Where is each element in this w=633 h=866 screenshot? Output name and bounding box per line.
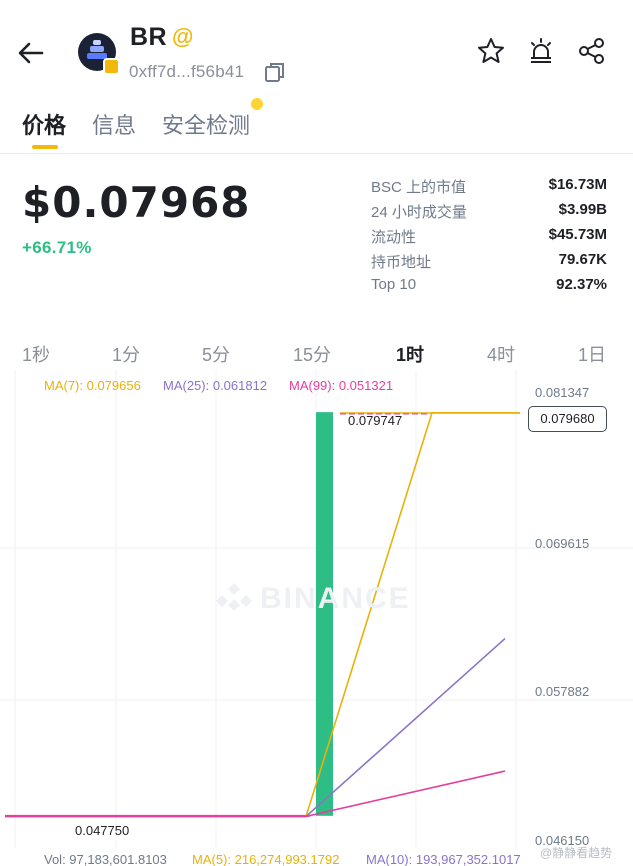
stat-label: 持币地址: [371, 254, 432, 271]
low-price-label: 0.047750: [75, 823, 130, 838]
back-button[interactable]: [14, 36, 48, 70]
detail-tabs: 价格 信息 安全检测: [0, 100, 633, 154]
at-badge: @: [172, 24, 194, 49]
stat-value: $3.99B: [558, 201, 607, 218]
stat-value: $45.73M: [548, 226, 607, 243]
interval-5m[interactable]: 5分: [202, 341, 230, 367]
token-stats: BSC 上的市值 $16.73M 24 小时成交量 $3.99B 流动性 $45…: [371, 173, 607, 298]
high-price-label: 0.079747: [348, 413, 403, 428]
stat-row: Top 10 92.37%: [371, 273, 607, 298]
favorite-button[interactable]: [476, 36, 506, 66]
alert-siren-icon: [531, 38, 551, 63]
chart-canvas: [0, 370, 633, 848]
ma99-legend: MA(99): 0.051321: [289, 378, 394, 393]
stat-row: 24 小时成交量 $3.99B: [371, 198, 607, 223]
share-button[interactable]: [577, 36, 607, 66]
arrow-left-icon: [18, 42, 44, 64]
stat-value: 79.67K: [558, 251, 607, 268]
tab-info[interactable]: 信息: [92, 108, 136, 140]
current-price: $0.07968: [22, 178, 251, 227]
y-axis-label: 0.081347: [535, 385, 590, 400]
binance-logo-icon: [215, 582, 253, 620]
token-symbol: BR: [130, 23, 168, 51]
stat-label: 24 小时成交量: [371, 204, 467, 221]
source-watermark: @静静看趋势: [540, 846, 613, 860]
volume-ma5-legend: MA(5): 216,274,993.1792: [192, 852, 340, 866]
copy-button[interactable]: [263, 60, 287, 84]
y-axis-label: 0.057882: [535, 684, 590, 699]
copy-icon: [265, 63, 284, 82]
stat-label: 流动性: [371, 229, 417, 246]
ma25-legend: MA(25): 0.061812: [163, 378, 268, 393]
interval-1h[interactable]: 1时: [396, 341, 424, 367]
chain-badge-icon: [103, 58, 120, 75]
stat-row: 流动性 $45.73M: [371, 223, 607, 248]
new-indicator-dot: [251, 98, 263, 110]
current-price-tag: 0.079680: [528, 406, 607, 432]
tab-security-check[interactable]: 安全检测: [162, 108, 250, 140]
price-change: +66.71%: [22, 238, 92, 257]
stat-row: BSC 上的市值 $16.73M: [371, 173, 607, 198]
interval-1s[interactable]: 1秒: [22, 341, 50, 367]
ma-line-ma99: [5, 770, 506, 818]
interval-1d[interactable]: 1日: [578, 341, 606, 367]
star-icon: [478, 38, 504, 63]
stat-value: $16.73M: [548, 176, 607, 193]
stat-label: Top 10: [371, 276, 417, 293]
interval-15m[interactable]: 15分: [293, 341, 331, 367]
contract-address: 0xff7d...f56b41: [129, 62, 245, 81]
tab-price[interactable]: 价格: [22, 108, 66, 140]
stat-row: 持币地址 79.67K: [371, 248, 607, 273]
header: BR @ 0xff7d...f56b41: [0, 0, 633, 95]
price-chart[interactable]: BINANCE MA(7): 0.079656 MA(25): 0.061812…: [0, 370, 633, 866]
share-icon: [579, 38, 604, 64]
ma7-legend: MA(7): 0.079656: [44, 378, 141, 393]
interval-selector: 1秒 1分 5分 15分 1时 4时 1日: [0, 338, 633, 368]
ma-line-ma25: [5, 637, 506, 818]
stat-value: 92.37%: [556, 276, 607, 293]
y-axis-label: 0.069615: [535, 536, 590, 551]
interval-1m[interactable]: 1分: [112, 341, 140, 367]
binance-watermark: BINANCE: [260, 582, 411, 615]
volume-legend: Vol: 97,183,601.8103: [44, 852, 167, 866]
interval-4h[interactable]: 4时: [487, 341, 515, 367]
active-tab-indicator: [32, 145, 58, 149]
volume-ma10-legend: MA(10): 193,967,352.1017: [366, 852, 521, 866]
stat-label: BSC 上的市值: [371, 179, 467, 196]
price-alert-button[interactable]: [526, 36, 556, 66]
